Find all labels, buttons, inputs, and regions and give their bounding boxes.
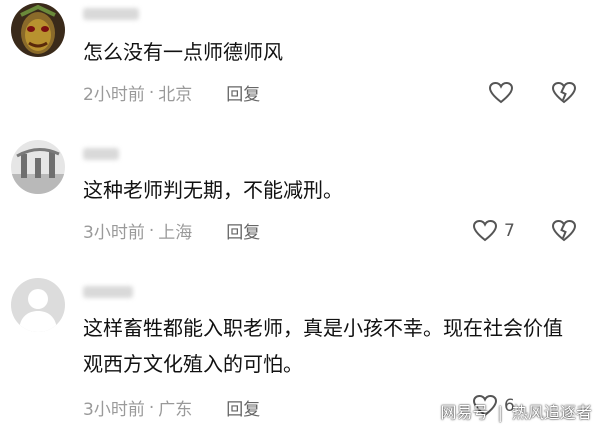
default-avatar-icon <box>11 278 65 332</box>
avatar[interactable] <box>11 278 65 332</box>
meta-separator: · <box>148 82 155 103</box>
watermark-separator: | <box>497 403 503 422</box>
watermark: 网易号 | 热风追逐者 <box>440 399 592 423</box>
meta-separator: · <box>148 397 155 418</box>
reply-button[interactable]: 回复 <box>226 218 260 243</box>
avatar[interactable] <box>11 3 65 57</box>
comment-time: 3小时前 <box>83 400 145 420</box>
heart-outline-icon <box>488 81 514 104</box>
like-button[interactable] <box>488 81 520 105</box>
comment-meta: 2小时前 · 北京 回复 <box>83 80 260 106</box>
reply-button[interactable]: 回复 <box>226 395 260 420</box>
like-button[interactable]: 7 <box>472 219 515 243</box>
comment-location: 上海 <box>158 223 193 243</box>
comment-text: 这样畜牲都能入职老师，真是小孩不幸。现在社会价值观西方文化殖入的可怕。 <box>83 316 563 376</box>
watermark-author: 热风追逐者 <box>511 403 592 422</box>
comment-time: 3小时前 <box>83 223 145 243</box>
like-count: 7 <box>504 221 515 241</box>
broken-heart-icon[interactable] <box>551 81 577 105</box>
comment-meta: 3小时前 · 上海 回复 <box>83 218 260 244</box>
comment-location: 广东 <box>158 400 193 420</box>
avatar-mask-image <box>11 3 65 57</box>
meta-separator: · <box>148 220 155 241</box>
reply-button[interactable]: 回复 <box>226 80 260 105</box>
username-blurred <box>83 148 119 160</box>
comment-time: 2小时前 <box>83 85 145 105</box>
username-blurred <box>83 286 133 298</box>
comment-text: 怎么没有一点师德师风 <box>83 40 283 64</box>
avatar[interactable] <box>11 140 65 194</box>
comment-location: 北京 <box>158 85 193 105</box>
broken-heart-icon[interactable] <box>551 219 577 243</box>
comment-meta: 3小时前 · 广东 回复 <box>83 395 260 421</box>
username-blurred <box>83 8 139 20</box>
watermark-brand: 网易号 <box>440 403 489 422</box>
avatar-building-image <box>11 140 65 194</box>
comment-text: 这种老师判无期，不能减刑。 <box>83 178 343 202</box>
heart-outline-icon <box>472 219 498 242</box>
